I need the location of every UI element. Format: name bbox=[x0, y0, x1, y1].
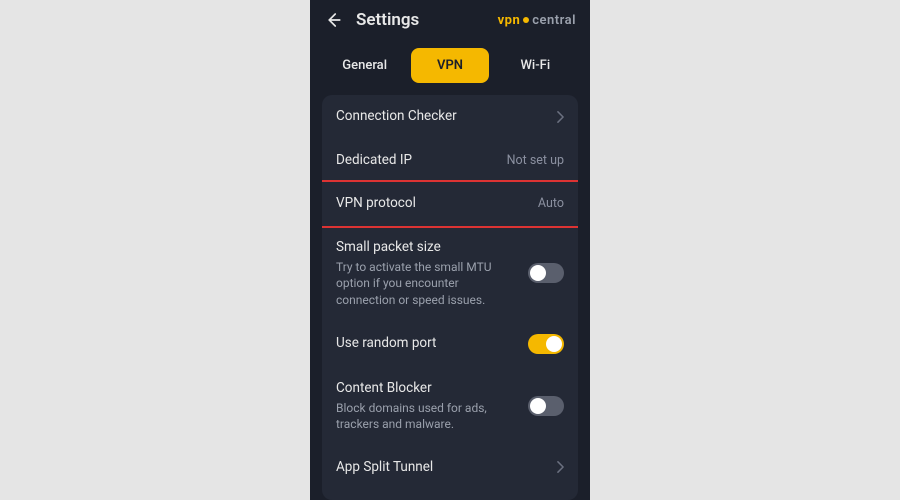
row-vpn-protocol[interactable]: VPN protocol Auto bbox=[322, 180, 578, 228]
tab-wifi[interactable]: Wi-Fi bbox=[497, 48, 574, 83]
back-icon[interactable] bbox=[324, 11, 342, 29]
vpn-protocol-value: Auto bbox=[538, 196, 564, 211]
content-blocker-toggle[interactable] bbox=[528, 396, 564, 416]
logo-dot-icon bbox=[523, 17, 529, 23]
chevron-right-icon bbox=[557, 461, 564, 473]
row-content-blocker: Content Blocker Block domains used for a… bbox=[322, 367, 578, 446]
small-packet-label: Small packet size bbox=[336, 239, 506, 257]
page-title: Settings bbox=[356, 10, 419, 30]
random-port-label: Use random port bbox=[336, 335, 436, 353]
chevron-right-icon bbox=[557, 111, 564, 123]
dedicated-ip-value: Not set up bbox=[507, 153, 564, 168]
settings-panel: Connection Checker Dedicated IP Not set … bbox=[322, 95, 578, 500]
content-blocker-subtitle: Block domains used for ads, trackers and… bbox=[336, 400, 506, 432]
row-small-packet: Small packet size Try to activate the sm… bbox=[322, 226, 578, 321]
row-connection-checker[interactable]: Connection Checker bbox=[322, 95, 578, 139]
random-port-toggle[interactable] bbox=[528, 334, 564, 354]
row-random-port: Use random port bbox=[322, 321, 578, 367]
row-dedicated-ip[interactable]: Dedicated IP Not set up bbox=[322, 139, 578, 183]
small-packet-subtitle: Try to activate the small MTU option if … bbox=[336, 259, 506, 308]
settings-screen: Settings vpn central General VPN Wi-Fi C… bbox=[310, 0, 590, 500]
row-app-split-tunnel[interactable]: App Split Tunnel bbox=[322, 446, 578, 490]
logo-central-text: central bbox=[532, 13, 576, 28]
header-bar: Settings vpn central bbox=[310, 0, 590, 38]
tab-general[interactable]: General bbox=[326, 48, 403, 83]
dedicated-ip-label: Dedicated IP bbox=[336, 152, 412, 170]
logo-vpn-text: vpn bbox=[498, 13, 521, 28]
app-split-tunnel-label: App Split Tunnel bbox=[336, 459, 433, 477]
tab-vpn[interactable]: VPN bbox=[411, 48, 488, 83]
small-packet-toggle[interactable] bbox=[528, 263, 564, 283]
brand-logo: vpn central bbox=[498, 13, 576, 28]
connection-checker-label: Connection Checker bbox=[336, 108, 457, 126]
content-blocker-label: Content Blocker bbox=[336, 380, 506, 398]
vpn-protocol-label: VPN protocol bbox=[336, 195, 416, 213]
tabs-bar: General VPN Wi-Fi bbox=[310, 38, 590, 95]
